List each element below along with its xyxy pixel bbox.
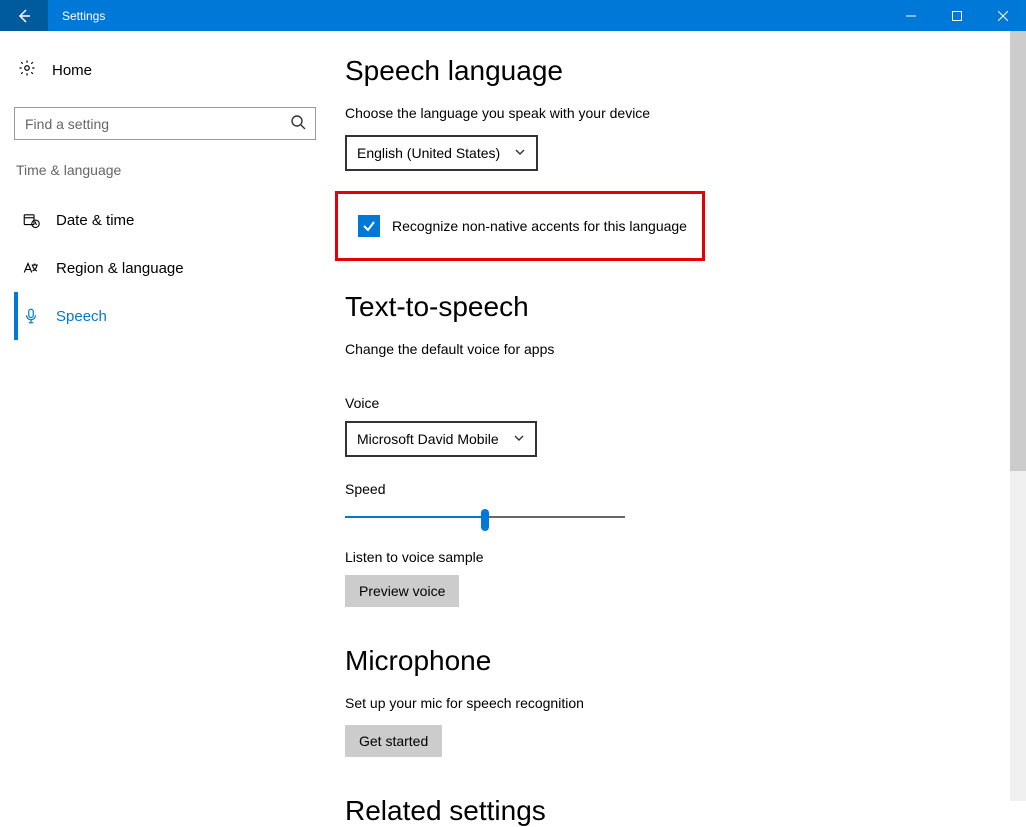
related-settings-heading: Related settings [345,795,1026,827]
scrollbar-thumb[interactable] [1010,31,1026,471]
accent-checkbox-label: Recognize non-native accents for this la… [392,218,687,234]
search-input[interactable] [14,107,316,140]
sidebar-section-label: Time & language [14,162,316,178]
slider-track-fill [345,516,485,518]
minimize-button[interactable] [888,0,934,31]
speed-slider[interactable] [345,507,625,527]
slider-thumb[interactable] [481,509,489,531]
microphone-desc: Set up your mic for speech recognition [345,695,1026,711]
window-controls [888,0,1026,31]
voice-dropdown[interactable]: Microsoft David Mobile [345,421,537,457]
sidebar-item-label: Date & time [56,212,134,229]
speech-language-selected: English (United States) [357,145,500,161]
sidebar-item-date-time[interactable]: Date & time [14,196,316,244]
speech-language-dropdown[interactable]: English (United States) [345,135,538,171]
back-arrow-icon [16,8,32,24]
sidebar-item-label: Speech [56,308,107,325]
voice-label: Voice [345,395,1026,411]
sidebar-item-label: Region & language [56,260,184,277]
language-icon [22,259,40,277]
sidebar: Home Time & language Date & time Region … [0,31,330,801]
tts-heading: Text-to-speech [345,291,1026,323]
close-button[interactable] [980,0,1026,31]
speech-language-desc: Choose the language you speak with your … [345,105,1026,121]
get-started-button[interactable]: Get started [345,725,442,757]
check-icon [361,218,377,234]
scrollbar[interactable] [1010,31,1026,801]
speed-label: Speed [345,481,1026,497]
maximize-button[interactable] [934,0,980,31]
microphone-heading: Microphone [345,645,1026,677]
chevron-down-icon [513,431,525,447]
content: Speech language Choose the language you … [330,31,1026,801]
tts-desc: Change the default voice for apps [345,341,1026,357]
voice-selected: Microsoft David Mobile [357,431,499,447]
home-nav[interactable]: Home [14,53,316,87]
sidebar-item-speech[interactable]: Speech [14,292,316,340]
sidebar-item-region-language[interactable]: Region & language [14,244,316,292]
microphone-icon [22,307,40,325]
calendar-clock-icon [22,211,40,229]
window-title: Settings [48,9,105,23]
accent-checkbox[interactable] [358,215,380,237]
accent-highlight: Recognize non-native accents for this la… [335,191,705,261]
speech-language-heading: Speech language [345,55,1026,87]
gear-icon [18,59,36,81]
search-wrap [14,107,316,140]
back-button[interactable] [0,0,48,31]
titlebar: Settings [0,0,1026,31]
preview-voice-button[interactable]: Preview voice [345,575,459,607]
chevron-down-icon [514,145,526,161]
home-label: Home [52,62,92,79]
listen-label: Listen to voice sample [345,549,1026,565]
